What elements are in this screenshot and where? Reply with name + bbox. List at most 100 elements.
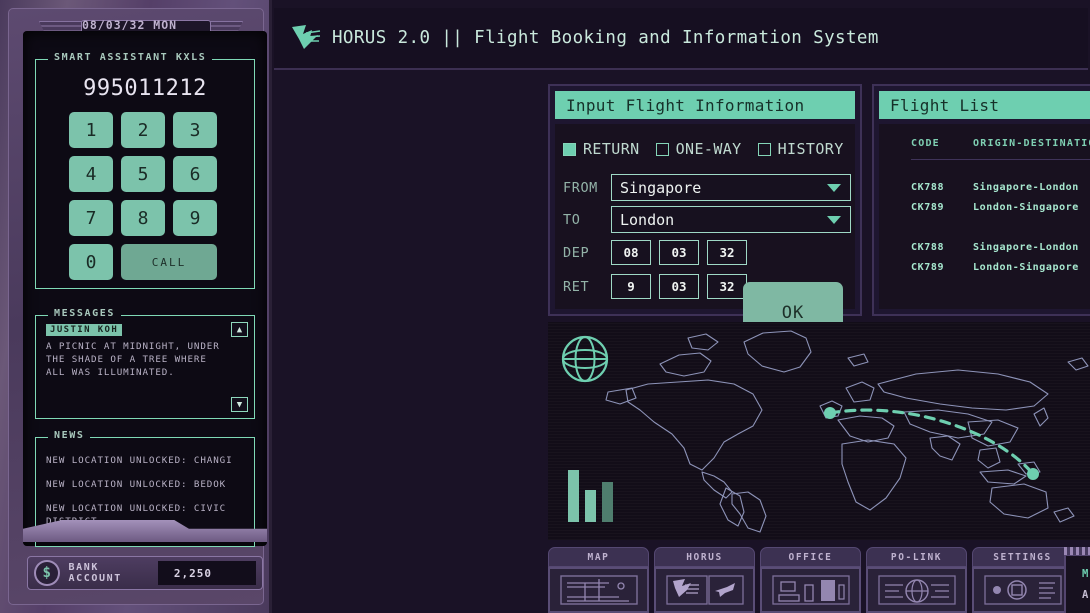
- mission-bar: MISSION NAME A PICNIC AT MIDNIGHT MISSIO…: [1064, 547, 1090, 613]
- map-bar-chart-left: [568, 466, 613, 522]
- smart-assistant-panel: SMART ASSISTANT KXLS 995011212 1 2 3 4 5…: [35, 59, 255, 289]
- to-row: TO London: [563, 206, 851, 233]
- from-label: FROM: [563, 180, 603, 196]
- flight-list-panel: Flight List CODE ORIGIN-DESTINATION DATE…: [872, 84, 1090, 316]
- cell-route: Singapore-London: [973, 182, 1090, 193]
- ret-day-input[interactable]: 9: [611, 274, 651, 299]
- input-panel-body: RETURN ONE-WAY HISTORY FROM Singapore TO: [555, 124, 855, 309]
- column-header-route: ORIGIN-DESTINATION: [973, 138, 1090, 159]
- flight-list-header: CODE ORIGIN-DESTINATION DATE DEP TIME: [911, 138, 1090, 160]
- news-item: NEW LOCATION UNLOCKED: BEDOK: [46, 478, 244, 491]
- tab-settings[interactable]: SETTINGS: [972, 547, 1073, 613]
- bar: [568, 470, 579, 522]
- table-row[interactable]: CK788 Singapore-London 08/03 8:30: [911, 242, 1090, 253]
- messages-scroll-down-icon[interactable]: ▼: [231, 397, 248, 412]
- gear-icon: [972, 567, 1073, 613]
- ret-label: RET: [563, 279, 603, 295]
- to-select[interactable]: London: [611, 206, 851, 233]
- horus-bird-icon: [290, 23, 322, 53]
- table-row[interactable]: CK789 London-Singapore 9/03 10:00: [911, 202, 1090, 213]
- tab-po-link[interactable]: PO-LINK: [866, 547, 967, 613]
- keypad-key-6[interactable]: 6: [173, 156, 217, 192]
- phone-screen: SMART ASSISTANT KXLS 995011212 1 2 3 4 5…: [23, 31, 267, 546]
- bar: [602, 482, 613, 522]
- to-label: TO: [563, 212, 603, 228]
- cell-route: Singapore-London: [973, 242, 1090, 253]
- cell-code: CK788: [911, 242, 973, 253]
- label-one-way: ONE-WAY: [676, 140, 742, 158]
- keypad-key-2[interactable]: 2: [121, 112, 165, 148]
- keypad-key-4[interactable]: 4: [69, 156, 113, 192]
- keypad-key-9[interactable]: 9: [173, 200, 217, 236]
- ret-year-input[interactable]: 32: [707, 274, 747, 299]
- table-row[interactable]: CK788 Singapore-London 08/03 8:30: [911, 182, 1090, 193]
- tab-office[interactable]: OFFICE: [760, 547, 861, 613]
- dialed-number: 995011212: [36, 76, 254, 101]
- message-sender: JUSTIN KOH: [46, 324, 122, 336]
- mission-body: MISSION NAME A PICNIC AT MIDNIGHT MISSIO…: [1064, 555, 1090, 613]
- dep-month-input[interactable]: 03: [659, 240, 699, 265]
- cell-code: CK789: [911, 262, 973, 273]
- from-value: Singapore: [620, 179, 701, 197]
- world-map[interactable]: [548, 322, 1090, 540]
- trip-type-options: RETURN ONE-WAY HISTORY: [563, 140, 853, 158]
- input-panel-title: Input Flight Information: [555, 91, 855, 119]
- mission-description: A PICNIC AT MIDNIGHT: [1082, 589, 1090, 601]
- tab-settings-label: SETTINGS: [972, 547, 1073, 567]
- bank-account-label: BANK ACCOUNT: [69, 562, 158, 584]
- dep-day-input[interactable]: 08: [611, 240, 651, 265]
- mission-teeth-decor: [1064, 547, 1090, 555]
- flight-list-title: Flight List: [879, 91, 1090, 119]
- tab-map-label: MAP: [548, 547, 649, 567]
- tab-po-link-label: PO-LINK: [866, 547, 967, 567]
- keypad-key-8[interactable]: 8: [121, 200, 165, 236]
- checkbox-history[interactable]: [758, 143, 771, 156]
- destination-marker: [1027, 468, 1039, 480]
- label-history: HISTORY: [778, 140, 844, 158]
- messages-panel: MESSAGES JUSTIN KOH A PICNIC AT MIDNIGHT…: [35, 315, 255, 419]
- smart-assistant-legend: SMART ASSISTANT KXLS: [48, 52, 212, 63]
- keypad-key-3[interactable]: 3: [173, 112, 217, 148]
- to-value: London: [620, 211, 674, 229]
- keypad[interactable]: 1 2 3 4 5 6 7 8 9 0 CALL: [69, 112, 221, 280]
- dollar-icon: $: [34, 560, 60, 586]
- network-icon: [866, 567, 967, 613]
- cell-route: London-Singapore: [973, 202, 1090, 213]
- from-row: FROM Singapore: [563, 174, 851, 201]
- cell-code: CK789: [911, 202, 973, 213]
- office-icon: [760, 567, 861, 613]
- label-return: RETURN: [583, 140, 640, 158]
- tab-horus-label: HORUS: [654, 547, 755, 567]
- flight-path: [548, 322, 1090, 540]
- smart-phone-device: 08/03/32 MON 13:04 SMART ASSISTANT KXLS …: [0, 0, 272, 613]
- chevron-down-icon[interactable]: [827, 184, 841, 192]
- checkbox-one-way[interactable]: [656, 143, 669, 156]
- ret-row: RET 9 03 32: [563, 274, 747, 299]
- app-header: HORUS 2.0 || Flight Booking and Informat…: [274, 8, 1088, 70]
- keypad-key-1[interactable]: 1: [69, 112, 113, 148]
- dep-year-input[interactable]: 32: [707, 240, 747, 265]
- map-icon: [548, 567, 649, 613]
- messages-legend: MESSAGES: [48, 308, 121, 319]
- mission-name-label: MISSION NAME: [1082, 568, 1090, 580]
- terminal-main: HORUS 2.0 || Flight Booking and Informat…: [272, 0, 1090, 613]
- messages-scroll-up-icon[interactable]: ▲: [231, 322, 248, 337]
- tab-horus[interactable]: HORUS: [654, 547, 755, 613]
- origin-marker: [824, 407, 836, 419]
- from-select[interactable]: Singapore: [611, 174, 851, 201]
- tab-map[interactable]: MAP: [548, 547, 649, 613]
- ret-month-input[interactable]: 03: [659, 274, 699, 299]
- call-button[interactable]: CALL: [121, 244, 217, 280]
- keypad-key-7[interactable]: 7: [69, 200, 113, 236]
- input-flight-information-panel: Input Flight Information RETURN ONE-WAY …: [548, 84, 862, 316]
- news-item: NEW LOCATION UNLOCKED: CHANGI: [46, 454, 244, 467]
- cell-route: London-Singapore: [973, 262, 1090, 273]
- table-row[interactable]: CK789 London-Singapore 9/03 17:15: [911, 262, 1090, 273]
- chevron-down-icon[interactable]: [827, 216, 841, 224]
- dep-label: DEP: [563, 245, 603, 261]
- keypad-key-0[interactable]: 0: [69, 244, 113, 280]
- keypad-key-5[interactable]: 5: [121, 156, 165, 192]
- message-body: A PICNIC AT MIDNIGHT, UNDER THE SHADE OF…: [46, 340, 226, 379]
- bank-account-bar: $ BANK ACCOUNT 2,250: [27, 556, 263, 590]
- checkbox-return[interactable]: [563, 143, 576, 156]
